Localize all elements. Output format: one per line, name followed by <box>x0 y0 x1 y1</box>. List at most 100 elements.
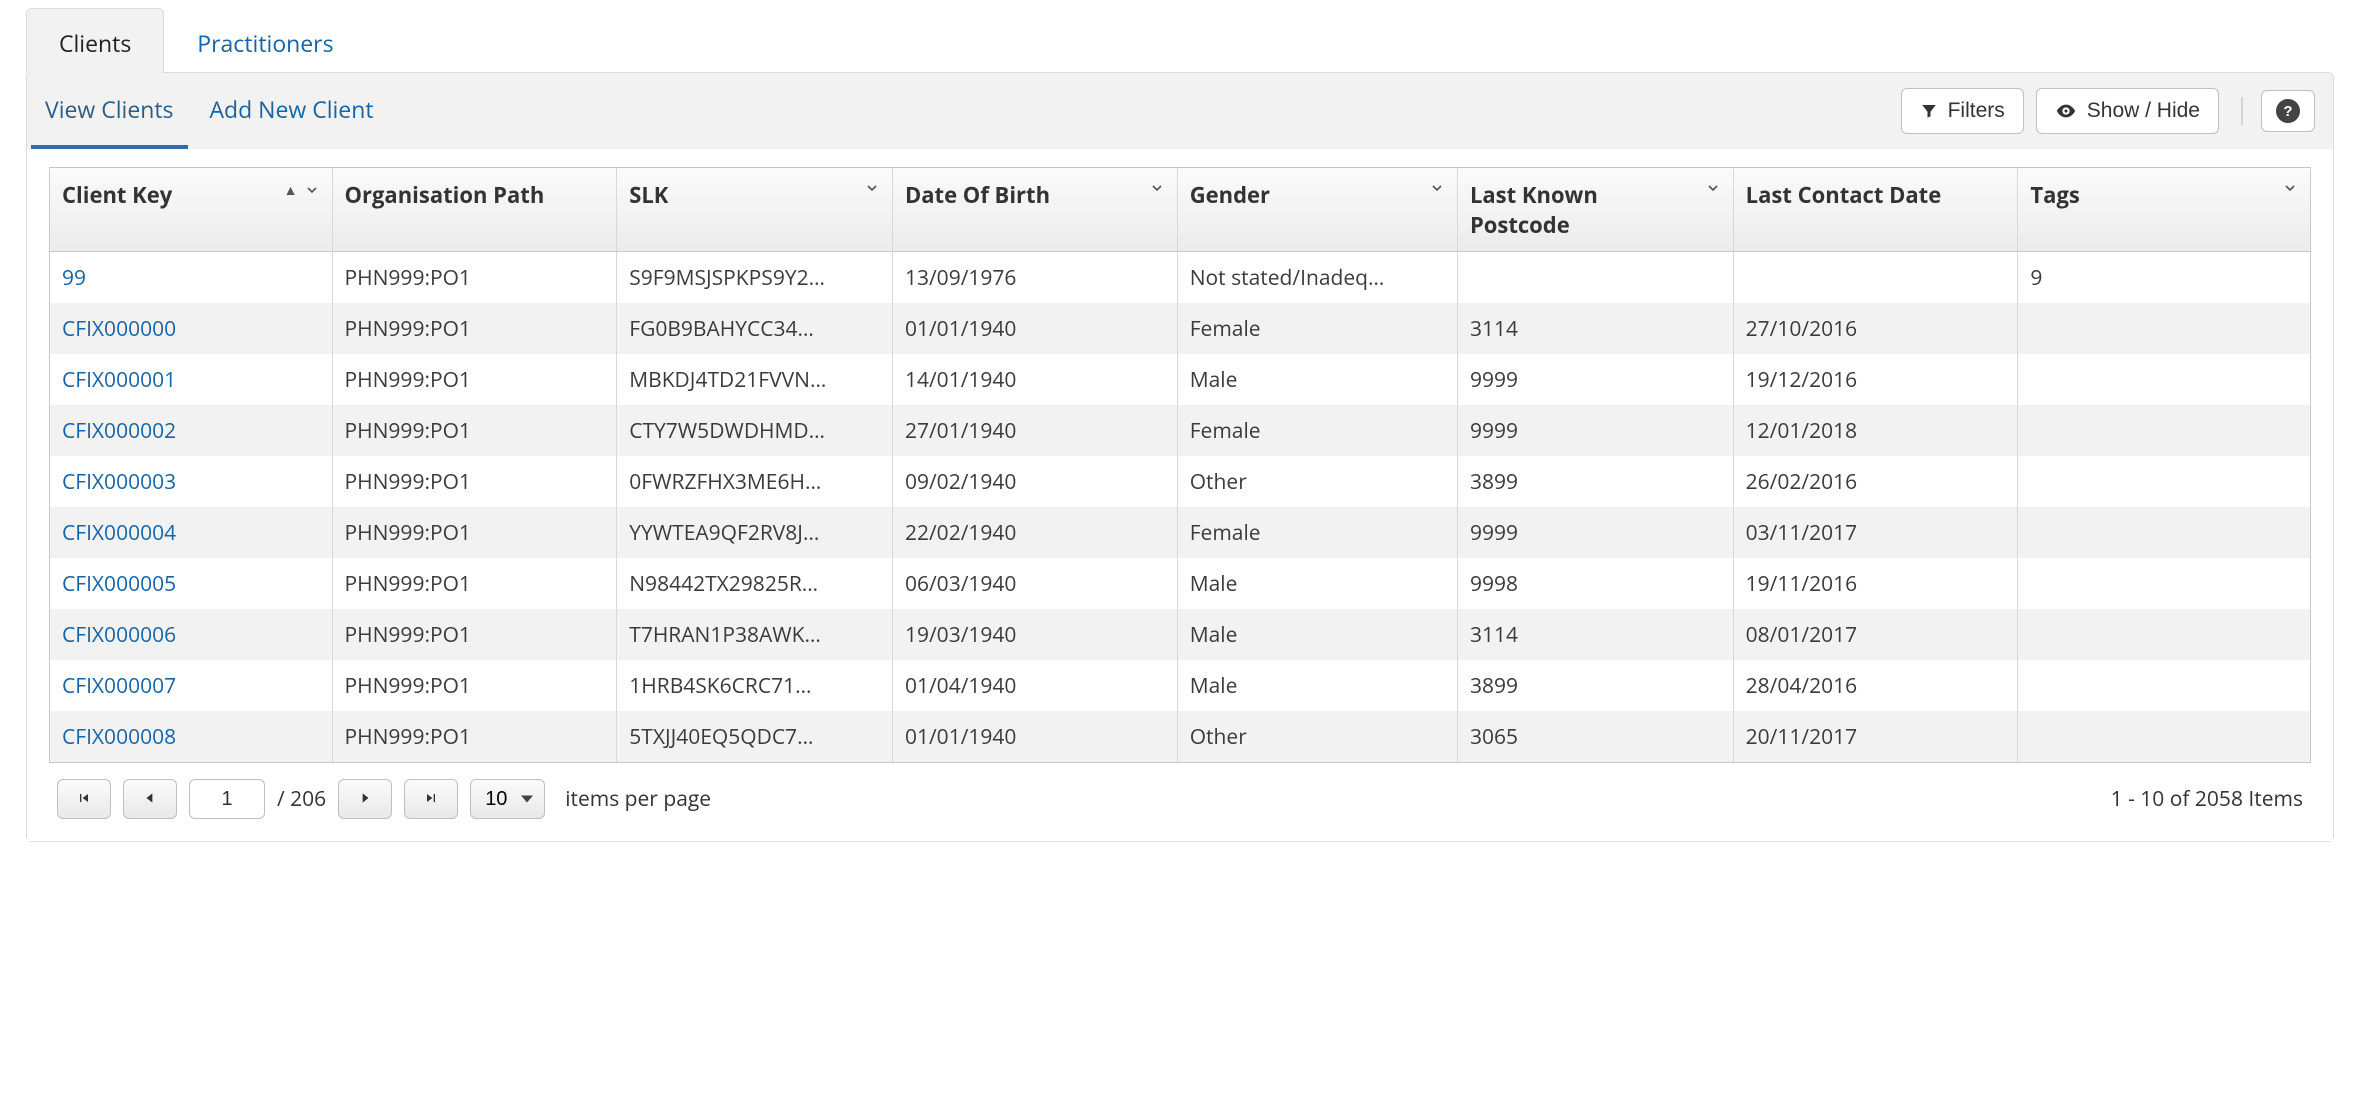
col-header-dob[interactable]: Date Of Birth <box>893 168 1178 252</box>
cell-dob: 22/02/1940 <box>893 507 1178 558</box>
col-header-tags-label: Tags <box>2030 180 2079 210</box>
col-header-gender[interactable]: Gender <box>1178 168 1458 252</box>
col-header-slk[interactable]: SLK <box>617 168 893 252</box>
cell-client_key[interactable]: 99 <box>50 252 333 303</box>
col-header-last-contact[interactable]: Last Contact Date <box>1734 168 2019 252</box>
cell-org_path: PHN999:PO1 <box>333 558 618 609</box>
cell-postcode: 3899 <box>1458 456 1734 507</box>
subtab-view-clients-label: View Clients <box>45 93 174 125</box>
filters-button[interactable]: Filters <box>1901 88 2024 134</box>
pager-next-button[interactable] <box>338 779 392 819</box>
tab-clients-label: Clients <box>59 27 131 59</box>
client-key-link[interactable]: CFIX000006 <box>62 621 176 649</box>
client-key-link[interactable]: CFIX000005 <box>62 570 176 598</box>
client-key-link[interactable]: CFIX000002 <box>62 417 176 445</box>
pager-page-input[interactable] <box>189 779 265 819</box>
col-header-client-key[interactable]: Client Key ▲ <box>50 168 333 252</box>
grid-container: Client Key ▲ Orga <box>27 149 2333 841</box>
table-row: CFIX000000PHN999:PO1FG0B9BAHYCC34…01/01/… <box>50 303 2310 354</box>
client-key-link[interactable]: CFIX000001 <box>62 366 176 394</box>
subtab-add-new-client[interactable]: Add New Client <box>210 73 374 149</box>
column-menu-icon[interactable] <box>1429 180 1445 196</box>
table-row: CFIX000006PHN999:PO1T7HRAN1P38AWK…19/03/… <box>50 609 2310 660</box>
cell-last_contact: 19/11/2016 <box>1734 558 2019 609</box>
toolbar-divider <box>2241 97 2243 125</box>
cell-slk: FG0B9BAHYCC34… <box>617 303 893 354</box>
clients-panel: View Clients Add New Client Filters <box>26 72 2334 842</box>
cell-client_key[interactable]: CFIX000006 <box>50 609 333 660</box>
tab-clients[interactable]: Clients <box>26 8 164 73</box>
col-header-dob-label: Date Of Birth <box>905 180 1050 210</box>
cell-client_key[interactable]: CFIX000005 <box>50 558 333 609</box>
col-header-postcode[interactable]: Last Known Postcode <box>1458 168 1734 252</box>
cell-tags <box>2018 405 2310 456</box>
cell-dob: 09/02/1940 <box>893 456 1178 507</box>
client-key-link[interactable]: CFIX000008 <box>62 723 176 751</box>
help-button[interactable]: ? <box>2261 90 2315 132</box>
cell-dob: 01/01/1940 <box>893 711 1178 762</box>
filter-icon <box>1920 102 1938 120</box>
cell-client_key[interactable]: CFIX000007 <box>50 660 333 711</box>
cell-slk: CTY7W5DWDHMD… <box>617 405 893 456</box>
cell-slk: MBKDJ4TD21FVVN… <box>617 354 893 405</box>
tab-practitioners[interactable]: Practitioners <box>164 8 366 73</box>
table-row: CFIX000003PHN999:PO10FWRZFHX3ME6H…09/02/… <box>50 456 2310 507</box>
top-tabs: Clients Practitioners <box>26 8 2334 73</box>
column-menu-icon[interactable] <box>2282 180 2298 196</box>
column-menu-icon[interactable] <box>1149 180 1165 196</box>
show-hide-button[interactable]: Show / Hide <box>2036 88 2219 134</box>
tab-practitioners-label: Practitioners <box>197 27 333 59</box>
column-menu-icon[interactable] <box>1705 180 1721 196</box>
column-menu-icon[interactable] <box>864 180 880 196</box>
subtab-add-new-client-label: Add New Client <box>210 93 374 125</box>
filters-button-label: Filters <box>1948 99 2005 123</box>
cell-postcode <box>1458 252 1734 303</box>
cell-tags <box>2018 609 2310 660</box>
last-page-icon <box>423 790 439 809</box>
cell-slk: T7HRAN1P38AWK… <box>617 609 893 660</box>
client-key-link[interactable]: CFIX000003 <box>62 468 176 496</box>
cell-dob: 19/03/1940 <box>893 609 1178 660</box>
pager-first-button[interactable] <box>57 779 111 819</box>
cell-postcode: 9999 <box>1458 405 1734 456</box>
client-key-link[interactable]: CFIX000000 <box>62 315 176 343</box>
cell-postcode: 9999 <box>1458 507 1734 558</box>
next-page-icon <box>358 791 372 808</box>
column-menu-icon[interactable] <box>304 182 320 198</box>
cell-client_key[interactable]: CFIX000002 <box>50 405 333 456</box>
pager-prev-button[interactable] <box>123 779 177 819</box>
cell-dob: 27/01/1940 <box>893 405 1178 456</box>
col-header-postcode-label: Last Known Postcode <box>1470 180 1699 240</box>
cell-tags <box>2018 558 2310 609</box>
cell-postcode: 9998 <box>1458 558 1734 609</box>
cell-last_contact: 19/12/2016 <box>1734 354 2019 405</box>
cell-dob: 01/01/1940 <box>893 303 1178 354</box>
col-header-last-contact-label: Last Contact Date <box>1746 180 1942 210</box>
col-header-organisation-path[interactable]: Organisation Path <box>333 168 618 252</box>
table-row: CFIX000004PHN999:PO1YYWTEA9QF2RV8J…22/02… <box>50 507 2310 558</box>
pager-page-size-select[interactable]: 10 <box>470 779 545 819</box>
cell-client_key[interactable]: CFIX000003 <box>50 456 333 507</box>
cell-last_contact <box>1734 252 2019 303</box>
cell-postcode: 3114 <box>1458 303 1734 354</box>
cell-last_contact: 27/10/2016 <box>1734 303 2019 354</box>
col-header-tags[interactable]: Tags <box>2018 168 2310 252</box>
cell-client_key[interactable]: CFIX000004 <box>50 507 333 558</box>
cell-client_key[interactable]: CFIX000008 <box>50 711 333 762</box>
pager-last-button[interactable] <box>404 779 458 819</box>
client-key-link[interactable]: CFIX000004 <box>62 519 176 547</box>
cell-client_key[interactable]: CFIX000000 <box>50 303 333 354</box>
client-key-link[interactable]: 99 <box>62 264 86 292</box>
cell-gender: Not stated/Inadeq… <box>1178 252 1458 303</box>
subtab-view-clients[interactable]: View Clients <box>45 73 174 149</box>
cell-tags <box>2018 456 2310 507</box>
cell-client_key[interactable]: CFIX000001 <box>50 354 333 405</box>
cell-tags <box>2018 354 2310 405</box>
cell-gender: Male <box>1178 354 1458 405</box>
eye-icon <box>2055 100 2077 122</box>
toolbar: View Clients Add New Client Filters <box>27 73 2333 149</box>
cell-postcode: 3899 <box>1458 660 1734 711</box>
client-key-link[interactable]: CFIX000007 <box>62 672 176 700</box>
cell-last_contact: 08/01/2017 <box>1734 609 2019 660</box>
cell-org_path: PHN999:PO1 <box>333 252 618 303</box>
